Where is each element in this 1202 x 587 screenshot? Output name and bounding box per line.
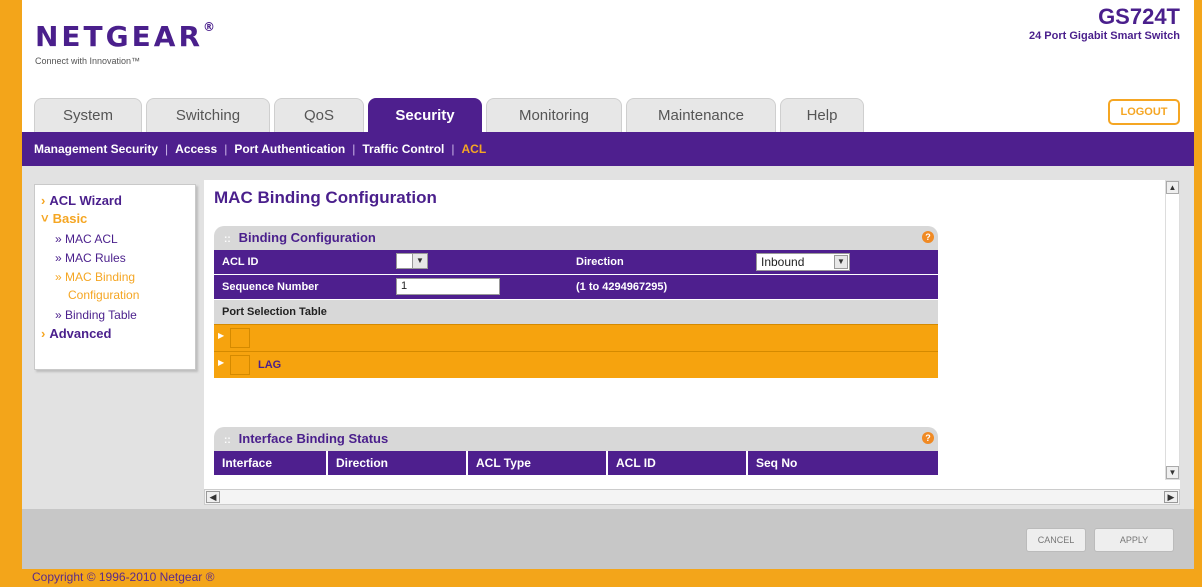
tab-switching[interactable]: Switching — [146, 98, 270, 132]
vertical-scrollbar[interactable]: ▲ ▼ — [1165, 180, 1180, 480]
sidebar-item-mac-rules[interactable]: » MAC Rules — [55, 251, 126, 265]
model-description: 24 Port Gigabit Smart Switch — [1029, 30, 1180, 42]
sequence-number-row: Sequence Number 1 (1 to 4294967295) — [214, 275, 938, 299]
direction-label: Direction — [576, 256, 624, 268]
acl-id-direction-row: ACL ID ▼ Direction Inbound ▼ — [214, 250, 938, 274]
subnav-port-authentication[interactable]: Port Authentication — [234, 142, 345, 156]
sidebar-item-advanced[interactable]: › Advanced — [41, 326, 111, 341]
acl-id-label: ACL ID — [222, 256, 259, 268]
column-header-acl-type: ACL Type — [468, 451, 608, 475]
select-all-checkbox[interactable] — [230, 328, 250, 348]
header: NETGEAR® Connect with Innovation™ GS724T… — [22, 0, 1194, 90]
subnav-access[interactable]: Access — [175, 142, 217, 156]
separator: | — [165, 142, 169, 156]
sidebar-item-mac-binding-configuration[interactable]: Configuration — [68, 288, 139, 302]
interface-binding-status-table-header: Interface Direction ACL Type ACL ID Seq … — [214, 451, 938, 475]
column-header-interface: Interface — [214, 451, 328, 475]
sidebar-item-acl-wizard[interactable]: › ACL Wizard — [41, 193, 122, 208]
column-header-direction: Direction — [328, 451, 468, 475]
port-selection-row-lag[interactable]: ▶ LAG — [214, 351, 938, 378]
tab-qos[interactable]: QoS — [274, 98, 364, 132]
sidebar-item-mac-binding[interactable]: » MAC Binding — [55, 270, 135, 284]
help-icon[interactable]: ? — [922, 432, 934, 444]
subnav-management-security[interactable]: Management Security — [34, 142, 158, 156]
acl-id-select[interactable]: ▼ — [396, 253, 428, 269]
tab-system[interactable]: System — [34, 98, 142, 132]
drag-grip-icon: :: — [224, 234, 231, 245]
column-header-acl-id: ACL ID — [608, 451, 748, 475]
app-frame: NETGEAR® Connect with Innovation™ GS724T… — [22, 0, 1194, 569]
netgear-logo: NETGEAR® — [35, 20, 215, 53]
sequence-range-hint: (1 to 4294967295) — [576, 281, 668, 293]
subnav-traffic-control[interactable]: Traffic Control — [362, 142, 444, 156]
sidebar-item-binding-table[interactable]: » Binding Table — [55, 308, 137, 322]
sidebar-item-basic[interactable]: ˅ Basic — [41, 211, 87, 226]
sequence-number-input[interactable]: 1 — [396, 278, 500, 295]
logout-button[interactable]: LOGOUT — [1108, 99, 1180, 125]
tab-security[interactable]: Security — [368, 98, 482, 132]
tab-monitoring[interactable]: Monitoring — [486, 98, 622, 132]
separator: | — [224, 142, 228, 156]
tagline: Connect with Innovation™ — [35, 56, 141, 66]
binding-configuration-header: :: Binding Configuration ? — [214, 226, 938, 250]
scroll-right-icon[interactable]: ▶ — [1164, 491, 1178, 503]
sidebar: › ACL Wizard ˅ Basic » MAC ACL » MAC Rules… — [34, 184, 196, 370]
sub-navigation: Management Security | Access | Port Authenti… — [22, 132, 1194, 166]
column-header-seq-no: Seq No — [756, 456, 798, 470]
chevron-down-icon: ▼ — [412, 254, 427, 268]
chevron-right-icon: › — [41, 326, 46, 341]
select-all-checkbox[interactable] — [230, 355, 250, 375]
page-title: MAC Binding Configuration — [214, 188, 437, 207]
tab-maintenance[interactable]: Maintenance — [626, 98, 776, 132]
interface-binding-status-header: :: Interface Binding Status ? — [214, 427, 938, 451]
cancel-button[interactable]: CANCEL — [1026, 528, 1086, 552]
port-selection-table-header: Port Selection Table — [214, 300, 938, 324]
sequence-number-label: Sequence Number — [222, 281, 319, 293]
port-selection-row-ports[interactable]: ▶ — [214, 324, 938, 351]
chevron-down-icon: ˅ — [41, 211, 49, 226]
separator: | — [352, 142, 356, 156]
scroll-up-icon[interactable]: ▲ — [1166, 181, 1179, 194]
chevron-down-icon: ▼ — [834, 255, 848, 269]
tab-help[interactable]: Help — [780, 98, 864, 132]
horizontal-scrollbar[interactable]: ◀ ▶ — [204, 489, 1180, 505]
content-panel: MAC Binding Configuration :: Binding Conf… — [204, 180, 1180, 489]
sidebar-item-mac-acl[interactable]: » MAC ACL — [55, 232, 118, 246]
drag-grip-icon: :: — [224, 435, 231, 446]
chevron-right-icon: › — [41, 193, 46, 208]
scroll-left-icon[interactable]: ◀ — [206, 491, 220, 503]
help-icon[interactable]: ? — [922, 231, 934, 243]
expand-arrow-icon[interactable]: ▶ — [218, 331, 224, 340]
work-area: › ACL Wizard ˅ Basic » MAC ACL » MAC Rules… — [22, 166, 1194, 509]
expand-arrow-icon[interactable]: ▶ — [218, 358, 224, 367]
subnav-acl[interactable]: ACL — [462, 142, 487, 156]
copyright-text: Copyright © 1996-2010 Netgear ® — [32, 570, 215, 584]
separator: | — [451, 142, 455, 156]
model-name: GS724T — [1098, 4, 1180, 29]
footer-bar: CANCEL APPLY — [22, 509, 1194, 569]
direction-select[interactable]: Inbound ▼ — [756, 253, 850, 271]
scroll-down-icon[interactable]: ▼ — [1166, 466, 1179, 479]
apply-button[interactable]: APPLY — [1094, 528, 1174, 552]
